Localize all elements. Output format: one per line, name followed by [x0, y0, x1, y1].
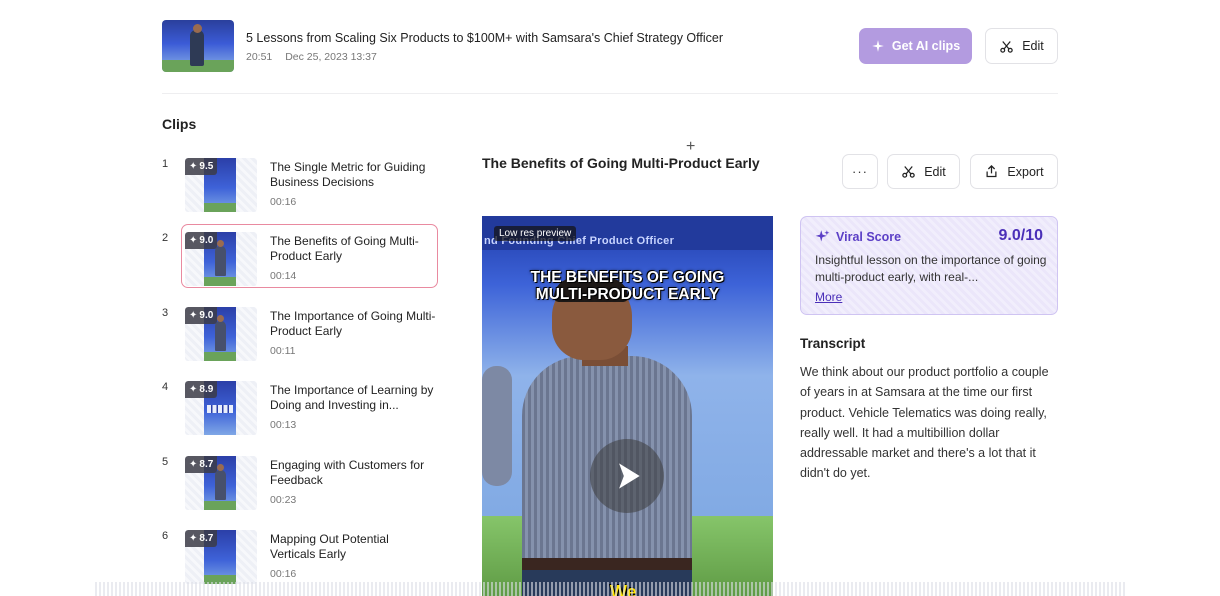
clip-score-badge: ✦ 9.0	[185, 307, 218, 324]
low-res-preview-badge: Low res preview	[494, 226, 577, 241]
clip-duration: 00:14	[270, 270, 297, 282]
clip-score: 8.7	[199, 533, 214, 544]
clip-score-badge: ✦ 8.7	[185, 456, 218, 473]
edit-clip-button[interactable]: Edit	[887, 154, 960, 189]
clip-number: 4	[162, 381, 169, 393]
crosshair-cursor-icon: +	[686, 138, 696, 155]
clip-duration: 00:13	[270, 419, 297, 431]
clip-score-badge: ✦ 8.7	[185, 530, 218, 547]
video-caption: THE BENEFITS OF GOING MULTI-PRODUCT EARL…	[482, 269, 773, 303]
play-icon	[619, 463, 640, 489]
clip-item[interactable]: 5 ✦ 8.7 Engaging with Customers for Feedb…	[162, 456, 436, 516]
clip-item[interactable]: 3 ✦ 9.0 The Importance of Going Multi-Pro…	[162, 307, 436, 367]
video-preview[interactable]: nd Founding Chief Product Officer THE BE…	[482, 216, 773, 596]
clip-detail-title: The Benefits of Going Multi-Product Earl…	[482, 155, 760, 171]
clip-number: 5	[162, 456, 169, 468]
clip-score-badge: ✦ 8.9	[185, 381, 218, 398]
export-label: Export	[1007, 164, 1044, 179]
video-date: Dec 25, 2023 13:37	[285, 51, 377, 63]
clip-score-badge: ✦ 9.5	[185, 158, 218, 175]
viral-more-link[interactable]: More	[815, 290, 842, 304]
scissors-icon	[902, 166, 915, 178]
transcript-heading: Transcript	[800, 336, 866, 351]
clip-item[interactable]: 6 ✦ 8.7 Mapping Out Potential Verticals E…	[162, 530, 436, 590]
export-button[interactable]: Export	[970, 154, 1058, 189]
edit-video-label: Edit	[1022, 39, 1044, 53]
video-caption-line: THE BENEFITS OF GOING	[530, 269, 725, 286]
more-options-button[interactable]: ···	[842, 154, 878, 189]
clip-title: The Benefits of Going Multi-Product Earl…	[270, 234, 419, 263]
sparkle-icon: ✦	[189, 310, 198, 321]
viral-score-value: 9.0/10	[998, 227, 1043, 244]
clip-score: 9.0	[199, 235, 214, 246]
video-header: 5 Lessons from Scaling Six Products to $…	[162, 18, 1058, 74]
clip-score: 8.9	[199, 384, 214, 395]
clip-thumbnail: ✦ 8.9	[185, 381, 257, 435]
clip-thumbnail: ✦ 8.7	[185, 530, 257, 584]
transcript-text: We think about our product portfolio a c…	[800, 365, 1049, 481]
edit-clip-label: Edit	[924, 164, 946, 179]
clip-score: 9.0	[199, 310, 214, 321]
clip-item[interactable]: 4 ✦ 8.9 The Importance of Learning by Doi…	[162, 381, 436, 441]
clips-heading: Clips	[162, 116, 197, 132]
clip-thumbnail: ✦ 9.0	[185, 307, 257, 361]
get-ai-clips-label: Get AI clips	[891, 39, 961, 53]
clip-number: 6	[162, 530, 169, 542]
clip-duration: 00:23	[270, 494, 297, 506]
get-ai-clips-button[interactable]: Get AI clips	[859, 28, 972, 64]
clip-number: 2	[162, 232, 169, 244]
clip-duration: 00:16	[270, 196, 297, 208]
video-thumbnail[interactable]	[162, 20, 234, 72]
clip-score: 9.5	[199, 161, 214, 172]
video-duration: 20:51	[246, 51, 273, 63]
clip-title: Mapping Out Potential Verticals Early	[270, 532, 389, 561]
video-title: 5 Lessons from Scaling Six Products to $…	[246, 31, 724, 45]
sparkle-icon	[815, 230, 830, 242]
export-icon	[986, 164, 997, 178]
clip-item-selected[interactable]: 2 ✦ 9.0 The Benefits of Going Multi-Produ…	[162, 224, 438, 292]
sparkle-icon: ✦	[189, 235, 198, 246]
bottom-fade	[95, 582, 1125, 596]
clip-thumbnail: ✦ 8.7	[185, 456, 257, 510]
viral-score-description: Insightful lesson on the importance of g…	[815, 253, 1047, 284]
clip-thumbnail: ✦ 9.0	[185, 232, 257, 286]
clip-title: The Importance of Learning by Doing and …	[270, 383, 434, 412]
video-meta: 20:51 Dec 25, 2023 13:37	[246, 51, 377, 63]
clip-number: 3	[162, 307, 169, 319]
viral-score-label-text: Viral Score	[836, 229, 902, 244]
sparkle-icon	[872, 40, 884, 52]
clip-duration: 00:11	[270, 345, 296, 357]
sparkle-icon: ✦	[189, 384, 198, 395]
clip-score-badge: ✦ 9.0	[185, 232, 218, 249]
clip-title: The Single Metric for Guiding Business D…	[270, 160, 426, 189]
clip-number: 1	[162, 158, 169, 170]
clip-item[interactable]: 1 ✦ 9.5 The Single Metric for Guiding Bus…	[162, 158, 436, 218]
viral-score-label: Viral Score	[815, 229, 901, 244]
header-divider	[162, 93, 1058, 94]
sparkle-icon: ✦	[189, 459, 198, 470]
sparkle-icon: ✦	[189, 533, 198, 544]
clip-duration: 00:16	[270, 568, 297, 580]
clip-score: 8.7	[199, 459, 214, 470]
scissors-icon	[1000, 40, 1013, 53]
sparkle-icon: ✦	[189, 161, 198, 172]
viral-score-card: Viral Score 9.0/10 Insightful lesson on …	[800, 216, 1058, 315]
video-caption-line: MULTI-PRODUCT EARLY	[535, 286, 720, 303]
edit-video-button[interactable]: Edit	[985, 28, 1058, 64]
clip-title: Engaging with Customers for Feedback	[270, 458, 425, 487]
clip-title: The Importance of Going Multi-Product Ea…	[270, 309, 436, 338]
play-button[interactable]	[590, 439, 664, 513]
clip-thumbnail: ✦ 9.5	[185, 158, 257, 212]
